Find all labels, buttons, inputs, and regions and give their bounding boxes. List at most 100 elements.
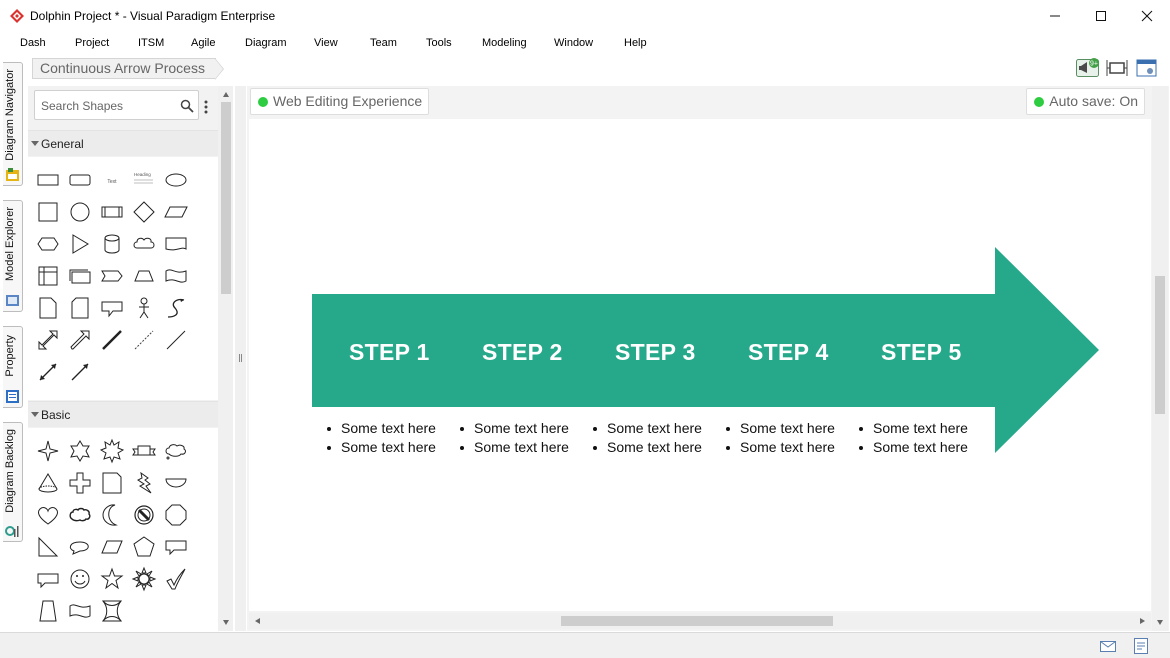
text-shape-icon[interactable]: Text bbox=[99, 167, 125, 193]
scalloped-bubble-icon[interactable] bbox=[67, 502, 93, 528]
scroll-thumb[interactable] bbox=[221, 102, 231, 294]
canvas-vertical-scrollbar[interactable] bbox=[1152, 86, 1168, 631]
section-general-header[interactable]: General bbox=[28, 130, 218, 156]
circle-shape-icon[interactable] bbox=[67, 199, 93, 225]
web-editing-indicator[interactable]: Web Editing Experience bbox=[250, 88, 430, 115]
step-1-label[interactable]: STEP 1 bbox=[349, 339, 430, 366]
double-wave-icon[interactable] bbox=[67, 598, 93, 624]
wave-shape-icon[interactable] bbox=[163, 263, 189, 289]
scroll-left-icon[interactable] bbox=[255, 618, 260, 624]
triangle-shape-icon[interactable] bbox=[67, 231, 93, 257]
step-1-bullets[interactable]: Some text here Some text here bbox=[324, 419, 436, 457]
cone-shape-icon[interactable] bbox=[35, 470, 61, 496]
step-2-label[interactable]: STEP 2 bbox=[482, 339, 563, 366]
folded-corner-icon[interactable] bbox=[99, 470, 125, 496]
right-triangle-shape-icon[interactable] bbox=[35, 534, 61, 560]
step-3-label[interactable]: STEP 3 bbox=[615, 339, 696, 366]
menu-window[interactable]: Window bbox=[554, 37, 593, 49]
menu-diagram[interactable]: Diagram bbox=[245, 37, 287, 49]
process-shape-icon[interactable] bbox=[99, 199, 125, 225]
menu-team[interactable]: Team bbox=[370, 37, 397, 49]
oval-callout-icon[interactable] bbox=[67, 534, 93, 560]
ribbon-shape-icon[interactable] bbox=[131, 438, 157, 464]
autosave-indicator[interactable]: Auto save: On bbox=[1026, 88, 1145, 115]
trapezoid-shape-icon[interactable] bbox=[131, 263, 157, 289]
minimize-button[interactable] bbox=[1032, 0, 1078, 32]
menu-agile[interactable]: Agile bbox=[191, 37, 215, 49]
menu-help[interactable]: Help bbox=[624, 37, 647, 49]
shapes-panel-scrollbar[interactable] bbox=[218, 86, 233, 631]
curve-connector-icon[interactable] bbox=[163, 295, 189, 321]
half-circle-shape-icon[interactable] bbox=[163, 470, 189, 496]
x-shape-icon[interactable] bbox=[99, 598, 125, 624]
menu-dash[interactable]: Dash bbox=[20, 37, 46, 49]
note-shape-icon[interactable] bbox=[35, 295, 61, 321]
stick-figure-icon[interactable] bbox=[131, 295, 157, 321]
arrow-shape-icon[interactable] bbox=[67, 327, 93, 353]
search-shapes-input[interactable] bbox=[41, 97, 171, 115]
heart-shape-icon[interactable] bbox=[35, 502, 61, 528]
bidirectional-connector-icon[interactable] bbox=[35, 359, 61, 385]
square-shape-icon[interactable] bbox=[35, 199, 61, 225]
menu-itsm[interactable]: ITSM bbox=[138, 37, 164, 49]
tab-model-explorer[interactable]: Model Explorer bbox=[3, 200, 23, 312]
breadcrumb[interactable]: Continuous Arrow Process bbox=[32, 58, 224, 80]
menu-tools[interactable]: Tools bbox=[426, 37, 452, 49]
heading-shape-icon[interactable]: Heading bbox=[131, 167, 157, 193]
parallelogram-shape-icon[interactable] bbox=[163, 199, 189, 225]
directed-connector-icon[interactable] bbox=[67, 359, 93, 385]
lightning-shape-icon[interactable] bbox=[131, 470, 157, 496]
diagram-canvas[interactable]: STEP 1 STEP 2 STEP 3 STEP 4 STEP 5 Some … bbox=[249, 119, 1151, 611]
card-shape-icon[interactable] bbox=[67, 295, 93, 321]
pentagon-shape-icon[interactable] bbox=[131, 534, 157, 560]
scroll-down-icon[interactable] bbox=[223, 620, 229, 625]
step-4-bullets[interactable]: Some text here Some text here bbox=[723, 419, 835, 457]
rectangular-callout-icon[interactable] bbox=[163, 534, 189, 560]
panel-splitter[interactable] bbox=[235, 86, 246, 631]
cloud-shape-icon[interactable] bbox=[131, 231, 157, 257]
checkmark-shape-icon[interactable] bbox=[163, 566, 189, 592]
menu-view[interactable]: View bbox=[314, 37, 338, 49]
thick-line-icon[interactable] bbox=[99, 327, 125, 353]
notifications-button[interactable]: 9+ bbox=[1076, 58, 1099, 78]
mail-icon[interactable] bbox=[1099, 637, 1117, 655]
cross-shape-icon[interactable] bbox=[67, 470, 93, 496]
step-3-bullets[interactable]: Some text here Some text here bbox=[590, 419, 702, 457]
tall-trapezoid-icon[interactable] bbox=[35, 598, 61, 624]
menu-project[interactable]: Project bbox=[75, 37, 109, 49]
sun-shape-icon[interactable] bbox=[131, 566, 157, 592]
badge-star-icon[interactable] bbox=[67, 438, 93, 464]
hexagon-shape-icon[interactable] bbox=[35, 231, 61, 257]
table-shape-icon[interactable] bbox=[35, 263, 61, 289]
scroll-right-icon[interactable] bbox=[1140, 618, 1145, 624]
canvas-horizontal-scrollbar[interactable] bbox=[249, 613, 1151, 629]
no-symbol-icon[interactable] bbox=[131, 502, 157, 528]
close-button[interactable] bbox=[1124, 0, 1170, 32]
layout-settings-button[interactable] bbox=[1136, 58, 1158, 78]
scroll-down-icon[interactable] bbox=[1157, 620, 1163, 625]
stacked-rectangle-shape-icon[interactable] bbox=[67, 263, 93, 289]
step-2-bullets[interactable]: Some text here Some text here bbox=[457, 419, 569, 457]
moon-shape-icon[interactable] bbox=[99, 502, 125, 528]
double-arrow-shape-icon[interactable] bbox=[35, 327, 61, 353]
ellipse-shape-icon[interactable] bbox=[163, 167, 189, 193]
dashed-line-icon[interactable] bbox=[131, 327, 157, 353]
smiley-face-icon[interactable] bbox=[67, 566, 93, 592]
tab-diagram-navigator[interactable]: Diagram Navigator bbox=[3, 62, 23, 186]
star-shape-icon[interactable] bbox=[99, 566, 125, 592]
step-4-label[interactable]: STEP 4 bbox=[748, 339, 829, 366]
rectangle-shape-icon[interactable] bbox=[35, 167, 61, 193]
step-5-bullets[interactable]: Some text here Some text here bbox=[856, 419, 968, 457]
slanted-parallelogram-icon[interactable] bbox=[99, 534, 125, 560]
menu-modeling[interactable]: Modeling bbox=[482, 37, 527, 49]
chevron-shape-icon[interactable] bbox=[99, 263, 125, 289]
diamond-shape-icon[interactable] bbox=[131, 199, 157, 225]
rounded-rectangle-shape-icon[interactable] bbox=[67, 167, 93, 193]
maximize-button[interactable] bbox=[1078, 0, 1124, 32]
document-shape-icon[interactable] bbox=[163, 231, 189, 257]
scroll-up-icon[interactable] bbox=[223, 92, 229, 97]
speech-callout-icon[interactable] bbox=[35, 566, 61, 592]
line-icon[interactable] bbox=[163, 327, 189, 353]
section-basic-header[interactable]: Basic bbox=[28, 401, 218, 427]
vertical-scroll-thumb[interactable] bbox=[1155, 276, 1165, 414]
